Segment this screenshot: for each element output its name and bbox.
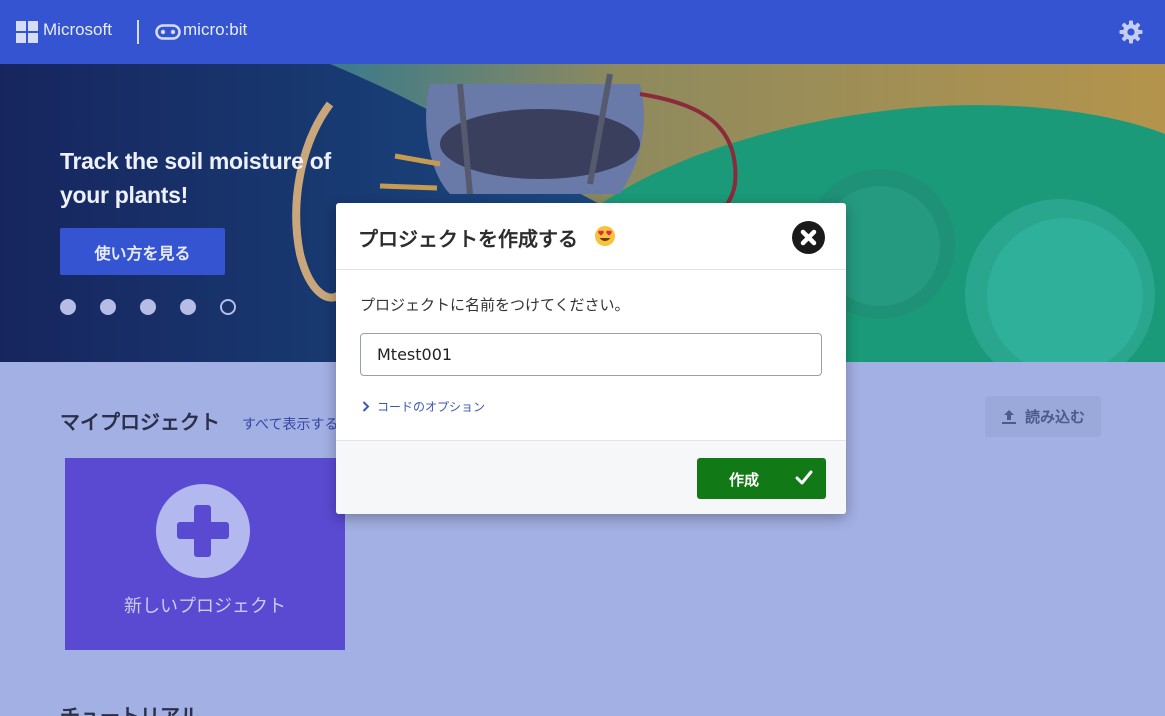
carousel-dot[interactable] — [100, 299, 116, 315]
create-label: 作成 — [729, 471, 760, 489]
top-bar: Microsoft micro:bit — [0, 0, 1165, 64]
create-button[interactable]: 作成 — [697, 458, 826, 499]
chevron-right-icon — [362, 401, 370, 412]
heart-eyes-emoji-icon — [595, 226, 615, 246]
checkmark-icon — [795, 470, 813, 485]
microsoft-label[interactable]: Microsoft — [43, 20, 112, 40]
dialog-header: プロジェクトを作成する — [336, 203, 846, 270]
carousel-dot[interactable] — [180, 299, 196, 315]
tutorials-title: チュートリアル — [60, 704, 200, 716]
dialog-prompt: プロジェクトに名前をつけてください。 — [360, 296, 630, 314]
microbit-logo-icon[interactable] — [155, 24, 181, 40]
project-name-input[interactable] — [360, 333, 822, 376]
carousel-dots — [60, 299, 236, 315]
hero-title: Track the soil moisture of your plants! — [60, 148, 331, 208]
plus-icon — [156, 484, 250, 578]
import-label: 読み込む — [1024, 408, 1085, 426]
microbit-label[interactable]: micro:bit — [183, 20, 247, 40]
carousel-dot-active[interactable] — [220, 299, 236, 315]
dialog-footer: 作成 — [336, 440, 846, 514]
create-project-dialog: プロジェクトを作成する プロジェクトに名前をつけてください。 コードのオプション… — [336, 203, 846, 514]
code-options-label: コードのオプション — [377, 400, 486, 414]
new-project-card[interactable]: 新しいプロジェクト — [65, 458, 345, 650]
header-divider — [137, 20, 139, 44]
dialog-title: プロジェクトを作成する — [358, 227, 578, 251]
my-projects-title: マイプロジェクト — [60, 410, 220, 434]
see-all-link[interactable]: すべて表示する — [242, 414, 338, 434]
gear-icon[interactable] — [1119, 20, 1143, 44]
microsoft-logo-icon[interactable] — [16, 21, 38, 43]
import-button[interactable]: 読み込む — [985, 396, 1101, 437]
close-button[interactable] — [792, 221, 825, 254]
code-options-toggle[interactable]: コードのオプション — [362, 398, 485, 415]
how-to-button[interactable]: 使い方を見る — [60, 228, 225, 275]
new-project-label: 新しいプロジェクト — [124, 596, 286, 617]
upload-icon — [1001, 409, 1016, 424]
close-icon — [800, 229, 817, 246]
carousel-dot[interactable] — [60, 299, 76, 315]
carousel-dot[interactable] — [140, 299, 156, 315]
